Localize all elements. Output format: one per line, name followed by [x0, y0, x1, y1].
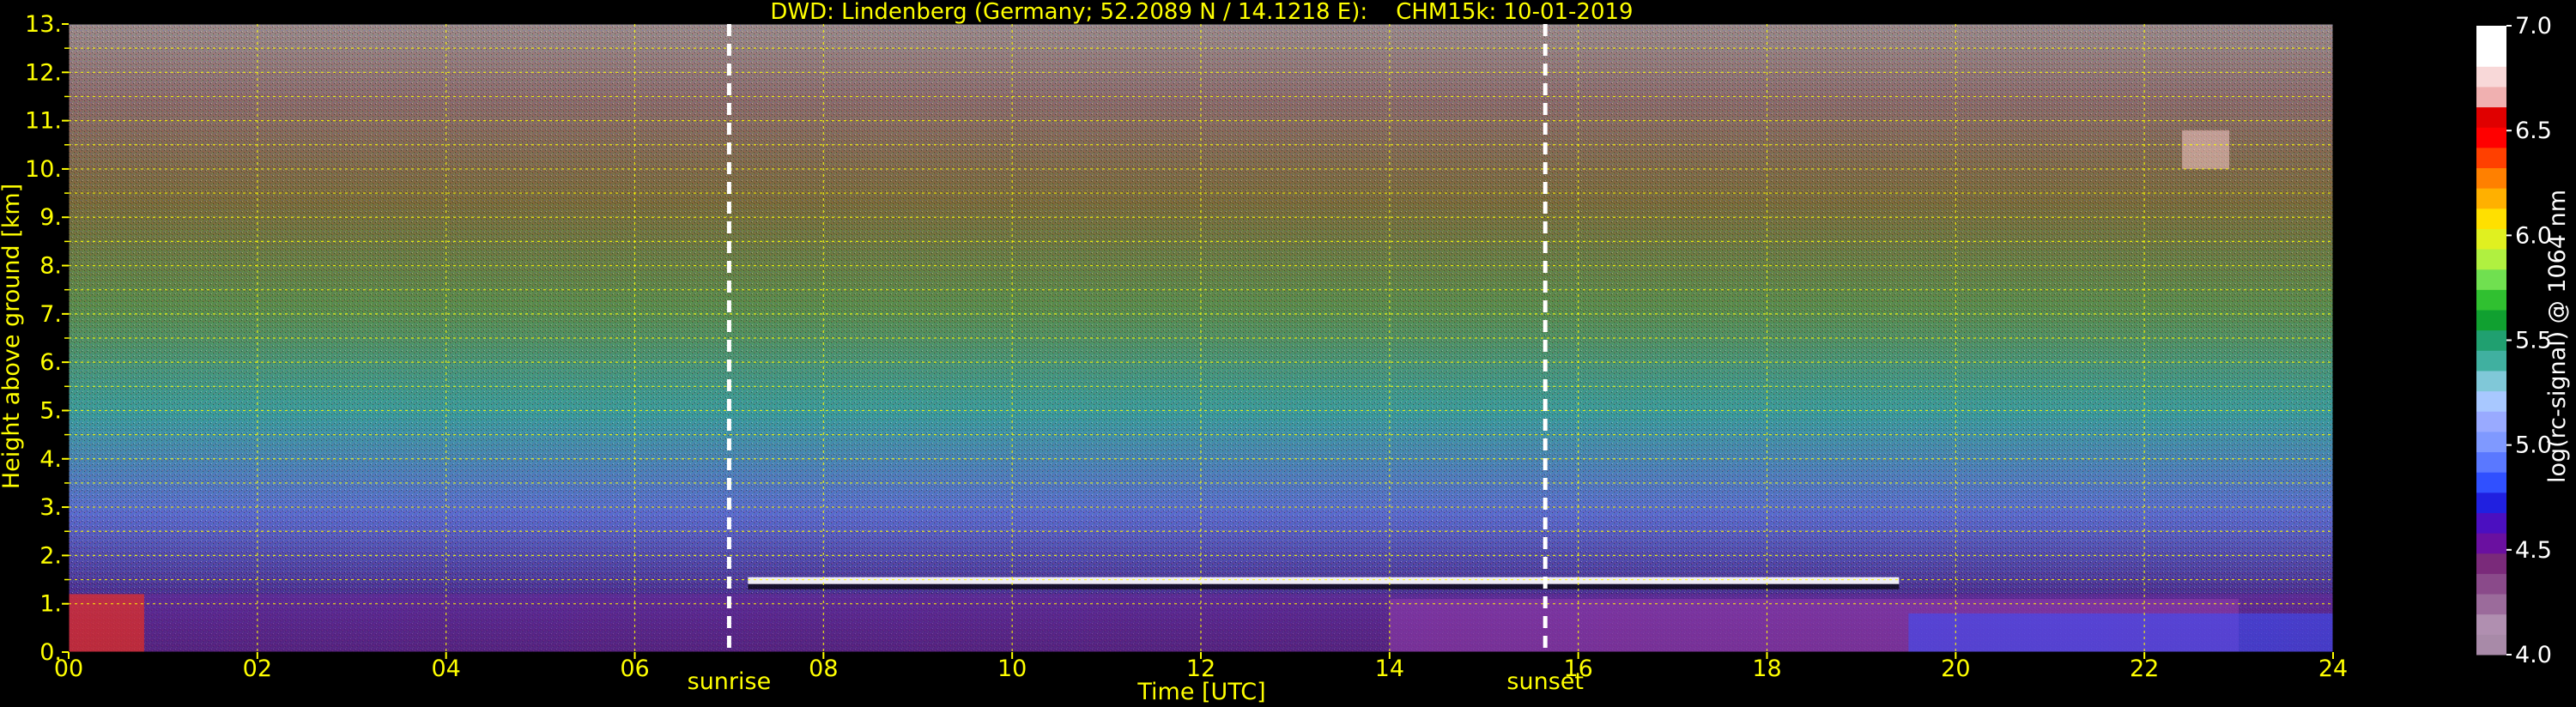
colorbar-segment: [2476, 310, 2506, 331]
layer-top-shadow: [748, 583, 1900, 589]
y-tick-label: 1.: [39, 591, 62, 618]
colorbar-segment: [2476, 451, 2506, 473]
colorbar-tick-label: 6.5: [2515, 118, 2552, 144]
y-tick-label: 10.: [25, 156, 62, 183]
colorbar-segment: [2476, 472, 2506, 493]
y-tick-label: 4.: [39, 446, 62, 473]
y-tick-label: 8.: [39, 253, 62, 280]
colorbar-segment: [2476, 573, 2506, 595]
x-tick-label: 04: [431, 656, 460, 682]
x-tick-label: 20: [1941, 656, 1970, 682]
colorbar-segment: [2476, 66, 2506, 88]
x-tick-label: 06: [620, 656, 649, 682]
x-axis-label: Time [UTC]: [1136, 679, 1265, 705]
colorbar-segment: [2476, 269, 2506, 290]
colorbar-segment: [2476, 594, 2506, 615]
colorbar-segment: [2476, 289, 2506, 311]
colorbar-segment: [2476, 492, 2506, 513]
x-tick-label: 14: [1375, 656, 1404, 682]
x-tick-label: 08: [809, 656, 838, 682]
x-tick-label: 16: [1563, 656, 1592, 682]
y-tick-label: 5.: [39, 397, 62, 424]
colorbar-segment: [2476, 26, 2506, 47]
colorbar-segment: [2476, 553, 2506, 574]
colorbar-segment: [2476, 86, 2506, 108]
colorbar-tick-label: 4.5: [2515, 537, 2552, 564]
x-tick-label: 24: [2318, 656, 2348, 682]
colorbar-segment: [2476, 167, 2506, 189]
colorbar-tick-label: 4.0: [2515, 642, 2552, 668]
colorbar-segment: [2476, 228, 2506, 250]
colorbar-segment: [2476, 106, 2506, 128]
colorbar: 4.04.55.05.56.06.57.0: [2476, 13, 2552, 668]
colorbar-segment: [2476, 249, 2506, 270]
y-tick-label: 9.: [39, 204, 62, 231]
colorbar-label: log(rc-signal) @ 1064 nm: [2544, 190, 2571, 483]
x-tick-label: 10: [997, 656, 1027, 682]
colorbar-segment: [2476, 634, 2506, 656]
colorbar-segment: [2476, 350, 2506, 372]
colorbar-segment: [2476, 127, 2506, 148]
chart-title: DWD: Lindenberg (Germany; 52.2089 N / 14…: [770, 0, 1633, 25]
aerosol-layer-blue: [1908, 613, 2333, 652]
colorbar-segment: [2476, 208, 2506, 229]
y-tick-label: 3.: [39, 494, 62, 521]
y-tick-label: 6.: [39, 349, 62, 376]
colorbar-segment: [2476, 613, 2506, 635]
x-tick-label: 02: [243, 656, 272, 682]
y-tick-label: 2.: [39, 542, 62, 569]
y-tick-label: 11.: [25, 108, 62, 135]
low-cloud-echo: [69, 594, 144, 652]
cirrus-echo: [2182, 130, 2230, 169]
colorbar-tick-label: 7.0: [2515, 13, 2552, 39]
colorbar-segment: [2476, 188, 2506, 209]
x-tick-label: 18: [1752, 656, 1781, 682]
colorbar-segment: [2476, 370, 2506, 392]
colorbar-segment: [2476, 45, 2506, 67]
sunrise-label: sunrise: [688, 668, 772, 695]
colorbar-segment: [2476, 411, 2506, 432]
x-tick-label: 22: [2130, 656, 2159, 682]
colorbar-segment: [2476, 147, 2506, 169]
y-tick-label: 0.: [39, 639, 62, 666]
y-tick-label: 7.: [39, 301, 62, 328]
ceilometer-chart: sunrise sunset 00 02 04 06 08 10 12 14 16 18 20 22 24…: [0, 0, 2571, 705]
y-axis-label: Height above ground [km]: [0, 184, 25, 489]
colorbar-segment: [2476, 533, 2506, 554]
y-tick-label: 12.: [25, 59, 62, 86]
colorbar-segment: [2476, 512, 2506, 534]
colorbar-segment: [2476, 390, 2506, 412]
colorbar-segment: [2476, 329, 2506, 351]
layer-top-band: [748, 577, 1900, 584]
y-tick-label: 13.: [25, 11, 62, 38]
colorbar-segment: [2476, 431, 2506, 453]
